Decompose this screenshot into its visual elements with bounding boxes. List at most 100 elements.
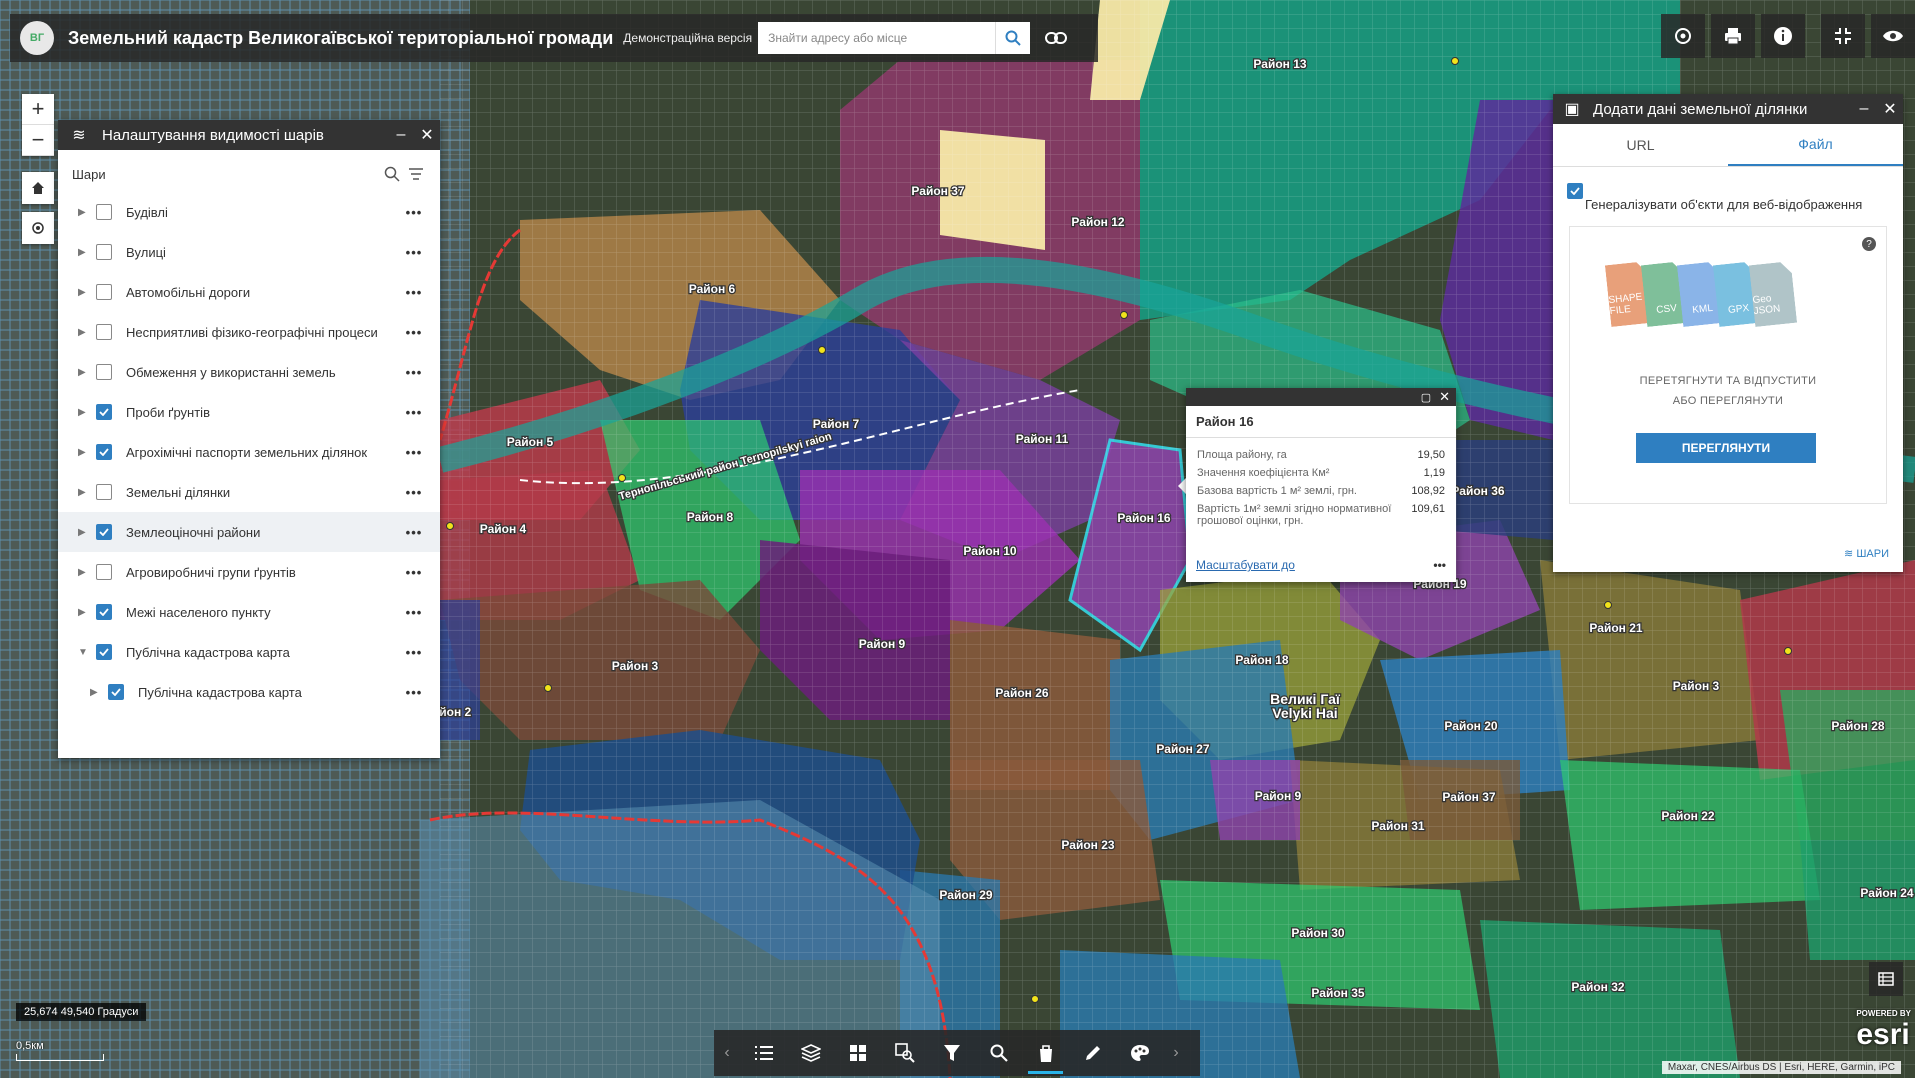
- home-button[interactable]: [22, 172, 54, 204]
- layer-row[interactable]: ▶ Агровиробничі групи ґрунтів •••: [58, 552, 440, 592]
- layer-row[interactable]: ▼ Публічна кадастрова карта •••: [58, 632, 440, 672]
- filter-list-icon[interactable]: [408, 166, 426, 182]
- more-options-icon[interactable]: •••: [402, 205, 426, 220]
- toolbar-prev-button[interactable]: ‹: [714, 1030, 740, 1076]
- chevron-down-icon[interactable]: ▼: [78, 647, 92, 658]
- layer-visibility-checkbox[interactable]: [96, 484, 112, 500]
- layer-visibility-checkbox[interactable]: [96, 604, 112, 620]
- more-options-icon[interactable]: •••: [402, 325, 426, 340]
- more-options-icon[interactable]: •••: [402, 405, 426, 420]
- file-drop-zone[interactable]: ? SHAPE FILE CSV KML GPX Geo JSON ПЕРЕТЯ…: [1569, 226, 1887, 504]
- attribute-table-button[interactable]: [1869, 962, 1903, 996]
- layer-row[interactable]: ▶ Агрохімічні паспорти земельних ділянок •…: [58, 432, 440, 472]
- search-box[interactable]: Знайти адресу або місце: [758, 22, 1031, 54]
- maximize-icon[interactable]: ▢: [1421, 391, 1431, 404]
- chevron-right-icon[interactable]: ▶: [78, 207, 92, 218]
- tab-url[interactable]: URL: [1553, 124, 1728, 166]
- add-data-button[interactable]: [1022, 1030, 1069, 1076]
- soil-sample-marker[interactable]: [1451, 57, 1459, 65]
- chevron-right-icon[interactable]: ▶: [78, 287, 92, 298]
- layer-visibility-checkbox[interactable]: [96, 564, 112, 580]
- more-options-icon[interactable]: •••: [1433, 558, 1446, 572]
- soil-sample-marker[interactable]: [544, 684, 552, 692]
- more-options-icon[interactable]: •••: [402, 565, 426, 580]
- chevron-right-icon[interactable]: ▶: [78, 447, 92, 458]
- layer-visibility-checkbox[interactable]: [96, 364, 112, 380]
- soil-sample-marker[interactable]: [446, 522, 454, 530]
- generalize-option[interactable]: Генералізувати об'єкти для веб-відображе…: [1553, 167, 1903, 212]
- filter-button[interactable]: [928, 1030, 975, 1076]
- chevron-right-icon[interactable]: ▶: [90, 687, 104, 698]
- locate-button[interactable]: [22, 212, 54, 244]
- layer-visibility-checkbox[interactable]: [96, 244, 112, 260]
- search-tool-button[interactable]: [975, 1030, 1022, 1076]
- minimize-icon[interactable]: –: [388, 126, 414, 144]
- soil-sample-marker[interactable]: [1784, 647, 1792, 655]
- tab-file[interactable]: Файл: [1728, 124, 1903, 166]
- draw-button[interactable]: [1069, 1030, 1116, 1076]
- close-icon[interactable]: ✕: [1439, 389, 1450, 405]
- more-options-icon[interactable]: •••: [402, 605, 426, 620]
- help-icon[interactable]: ?: [1862, 237, 1876, 251]
- basemap-button[interactable]: [1661, 14, 1705, 58]
- chevron-right-icon[interactable]: ▶: [78, 327, 92, 338]
- layer-row[interactable]: ▶ Землеоціночні райони •••: [58, 512, 440, 552]
- print-button[interactable]: [1711, 14, 1755, 58]
- zoom-out-button[interactable]: −: [22, 125, 54, 156]
- basemap-gallery-button[interactable]: [834, 1030, 881, 1076]
- search-input[interactable]: Знайти адресу або місце: [758, 31, 995, 45]
- layer-list-button[interactable]: [787, 1030, 834, 1076]
- soil-sample-marker[interactable]: [1120, 311, 1128, 319]
- zoom-in-button[interactable]: +: [22, 94, 54, 125]
- more-options-icon[interactable]: •••: [402, 285, 426, 300]
- layer-row[interactable]: ▶ Несприятливі фізико-географічні процеси…: [58, 312, 440, 352]
- measure-button[interactable]: [1116, 1030, 1163, 1076]
- chevron-right-icon[interactable]: ▶: [78, 247, 92, 258]
- close-icon[interactable]: ✕: [414, 125, 440, 145]
- fullscreen-button[interactable]: [1821, 14, 1865, 58]
- layer-visibility-checkbox[interactable]: [96, 524, 112, 540]
- soil-sample-marker[interactable]: [818, 346, 826, 354]
- chevron-right-icon[interactable]: ▶: [78, 407, 92, 418]
- browse-button[interactable]: ПЕРЕГЛЯНУТИ: [1636, 433, 1816, 463]
- about-button[interactable]: [1761, 14, 1805, 58]
- legend-button[interactable]: [740, 1030, 787, 1076]
- more-options-icon[interactable]: •••: [402, 485, 426, 500]
- more-options-icon[interactable]: •••: [402, 685, 426, 700]
- visibility-button[interactable]: [1871, 14, 1915, 58]
- minimize-icon[interactable]: –: [1851, 100, 1877, 118]
- layer-visibility-checkbox[interactable]: [96, 444, 112, 460]
- layer-row[interactable]: ▶ Автомобільні дороги •••: [58, 272, 440, 312]
- layer-visibility-checkbox[interactable]: [96, 404, 112, 420]
- layer-row[interactable]: ▶ Вулиці •••: [58, 232, 440, 272]
- layer-visibility-checkbox[interactable]: [96, 204, 112, 220]
- chevron-right-icon[interactable]: ▶: [78, 607, 92, 618]
- chevron-right-icon[interactable]: ▶: [78, 527, 92, 538]
- soil-sample-marker[interactable]: [618, 474, 626, 482]
- close-icon[interactable]: ✕: [1877, 99, 1903, 119]
- more-options-icon[interactable]: •••: [402, 445, 426, 460]
- soil-sample-marker[interactable]: [1604, 601, 1612, 609]
- more-options-icon[interactable]: •••: [402, 525, 426, 540]
- query-button[interactable]: [881, 1030, 928, 1076]
- layer-visibility-checkbox[interactable]: [96, 324, 112, 340]
- chevron-right-icon[interactable]: ▶: [78, 567, 92, 578]
- layer-row[interactable]: ▶ Проби ґрунтів •••: [58, 392, 440, 432]
- soil-sample-marker[interactable]: [1031, 995, 1039, 1003]
- layer-row[interactable]: ▶ Земельні ділянки •••: [58, 472, 440, 512]
- toolbar-next-button[interactable]: ›: [1163, 1030, 1189, 1076]
- layer-row[interactable]: ▶ Обмеження у використанні земель •••: [58, 352, 440, 392]
- layer-visibility-checkbox[interactable]: [96, 644, 112, 660]
- chevron-right-icon[interactable]: ▶: [78, 367, 92, 378]
- layer-row[interactable]: ▶ Будівлі •••: [58, 192, 440, 232]
- more-options-icon[interactable]: •••: [402, 645, 426, 660]
- search-icon[interactable]: [384, 166, 400, 182]
- share-link-button[interactable]: [1036, 18, 1076, 58]
- generalize-checkbox[interactable]: [1567, 183, 1583, 199]
- zoom-to-link[interactable]: Масштабувати до: [1196, 558, 1433, 572]
- layer-row[interactable]: ▶ Межі населеного пункту •••: [58, 592, 440, 632]
- layers-link[interactable]: ≋ ШАРИ: [1844, 547, 1889, 560]
- search-button[interactable]: [995, 22, 1030, 54]
- layer-visibility-checkbox[interactable]: [96, 284, 112, 300]
- chevron-right-icon[interactable]: ▶: [78, 487, 92, 498]
